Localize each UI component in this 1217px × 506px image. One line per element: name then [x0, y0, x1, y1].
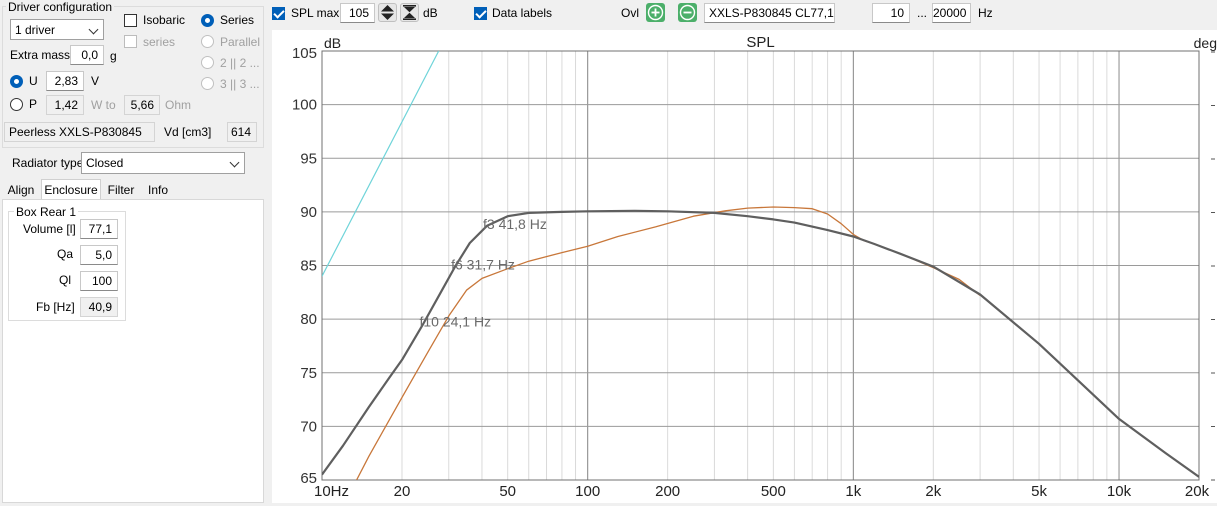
spl-max-input[interactable]: 105 — [340, 3, 375, 23]
driver-config-title: Driver configuration — [6, 0, 115, 14]
data-label: f10 24,1 Hz — [419, 313, 491, 329]
extra-mass-label: Extra mass — [10, 48, 71, 62]
radiator-type-value: Closed — [86, 156, 124, 170]
spl-max-label: SPL max — [291, 6, 340, 20]
volume-input[interactable]: 77,1 — [80, 219, 118, 239]
x-tick-label: 200 — [655, 483, 680, 500]
y-tick-label: 75 — [300, 365, 317, 382]
y-tick-label: 95 — [300, 150, 317, 167]
qa-input[interactable]: 5,0 — [80, 245, 118, 265]
fb-label: Fb [Hz] — [36, 300, 75, 314]
tab-enclosure[interactable]: Enclosure — [41, 179, 101, 200]
x-tick-label: 10k — [1107, 483, 1132, 500]
x-tick-label: 20 — [394, 483, 411, 500]
y-tick-label: 100 — [292, 97, 317, 114]
y-axis-label: dB — [324, 35, 341, 51]
x-tick-label: 2k — [925, 483, 941, 500]
tab-info[interactable]: Info — [141, 180, 175, 200]
minus-icon — [679, 4, 696, 21]
volume-label: Volume [l] — [23, 222, 76, 236]
series-radio[interactable] — [201, 14, 214, 27]
ql-label: Ql — [59, 273, 71, 287]
y2-axis-label: deg — [1194, 35, 1217, 51]
option-3-label: 3 || 3 ... — [220, 77, 260, 91]
data-label: f3 41,8 Hz — [483, 216, 547, 232]
power-label: P — [29, 97, 38, 111]
x-tick-label: 500 — [761, 483, 786, 500]
series-checkbox-label: series — [143, 35, 176, 49]
reference-line — [322, 51, 440, 277]
spl-chart[interactable]: SPLdB deg6570758085909510010510Hz 20 50 100 2… — [272, 30, 1217, 503]
remove-overlay-button[interactable] — [678, 3, 697, 22]
qa-label: Qa — [57, 247, 74, 261]
voltage-label: U — [29, 74, 38, 88]
chevron-down-icon — [229, 157, 240, 168]
range-separator: ... — [917, 6, 928, 20]
up-down-arrows-icon — [381, 5, 394, 20]
freq-max-input[interactable]: 20000 — [932, 3, 971, 23]
tab-align[interactable]: Align — [2, 180, 40, 200]
ohm-unit: Ohm — [165, 98, 192, 112]
chevron-down-icon — [88, 24, 99, 35]
parallel-radio-label: Parallel — [220, 35, 261, 49]
box-rear-title: Box Rear 1 — [14, 205, 79, 219]
impedance-value: 5,66 — [124, 95, 160, 115]
y-tick-label: 80 — [300, 311, 317, 328]
data-label: f6 31,7 Hz — [451, 257, 515, 273]
spl-plot[interactable]: SPL dB deg 65 70 75 80 85 90 95 100 105 10Hz 20 50 100 2… — [272, 30, 1217, 503]
isobaric-label: Isobaric — [143, 13, 186, 27]
y-tick-label: 90 — [300, 204, 317, 221]
voltage-input[interactable]: 2,83 — [46, 71, 84, 91]
data-labels-checkbox[interactable] — [474, 7, 487, 20]
series-checkbox[interactable] — [124, 35, 137, 48]
radiator-type-select[interactable]: Closed — [81, 152, 245, 174]
voltage-radio[interactable] — [10, 75, 23, 88]
parallel-radio[interactable] — [201, 35, 214, 48]
radiator-type-label: Radiator type — [12, 156, 84, 170]
power-radio[interactable] — [10, 98, 23, 111]
plus-icon — [647, 4, 664, 21]
x-tick-label: 100 — [575, 483, 600, 500]
spl-unit-label: dB — [423, 6, 438, 20]
fb-value: 40,9 — [80, 297, 118, 317]
driver-count-value: 1 driver — [15, 23, 56, 37]
main-spl-curve — [322, 209, 1199, 478]
extra-mass-unit: g — [110, 49, 117, 63]
vd-value: 614 — [227, 122, 257, 142]
x-tick-label: 10Hz — [314, 483, 349, 500]
power-value: 1,42 — [46, 95, 84, 115]
option-3-radio[interactable] — [201, 77, 214, 90]
tab-filter[interactable]: Filter — [102, 180, 140, 200]
w-to-label: W to — [91, 98, 116, 112]
y-tick-label: 105 — [292, 45, 317, 62]
y-tick-label: 85 — [300, 258, 317, 275]
y-tick-label: 70 — [300, 418, 317, 435]
x-tick-label: 20k — [1185, 483, 1210, 500]
overlay-name-field[interactable]: XXLS-P830845 CL77,1 — [704, 3, 835, 23]
series-radio-label: Series — [220, 13, 255, 27]
spl-updown-button[interactable] — [378, 3, 397, 22]
vd-label: Vd [cm3] — [164, 125, 212, 139]
ovl-label: Ovl — [621, 6, 639, 20]
data-labels-label: Data labels — [492, 6, 553, 20]
ql-input[interactable]: 100 — [80, 271, 118, 291]
option-2-label: 2 || 2 ... — [220, 56, 260, 70]
spl-collapse-button[interactable] — [400, 3, 419, 22]
isobaric-checkbox[interactable] — [124, 14, 137, 27]
driver-count-select[interactable]: 1 driver — [10, 19, 104, 40]
extra-mass-input[interactable]: 0,0 — [70, 45, 104, 65]
spl-max-checkbox[interactable] — [272, 7, 285, 20]
x-tick-label: 5k — [1031, 483, 1047, 500]
driver-name-field: Peerless XXLS-P830845 — [4, 122, 155, 142]
chart-title: SPL — [746, 34, 774, 51]
collapse-arrows-icon — [403, 5, 416, 20]
hz-unit-label: Hz — [978, 6, 993, 20]
add-overlay-button[interactable] — [646, 3, 665, 22]
x-tick-label: 50 — [499, 483, 516, 500]
voltage-unit: V — [91, 74, 100, 88]
freq-min-input[interactable]: 10 — [872, 3, 910, 23]
x-tick-label: 1k — [845, 483, 861, 500]
option-2-radio[interactable] — [201, 56, 214, 69]
